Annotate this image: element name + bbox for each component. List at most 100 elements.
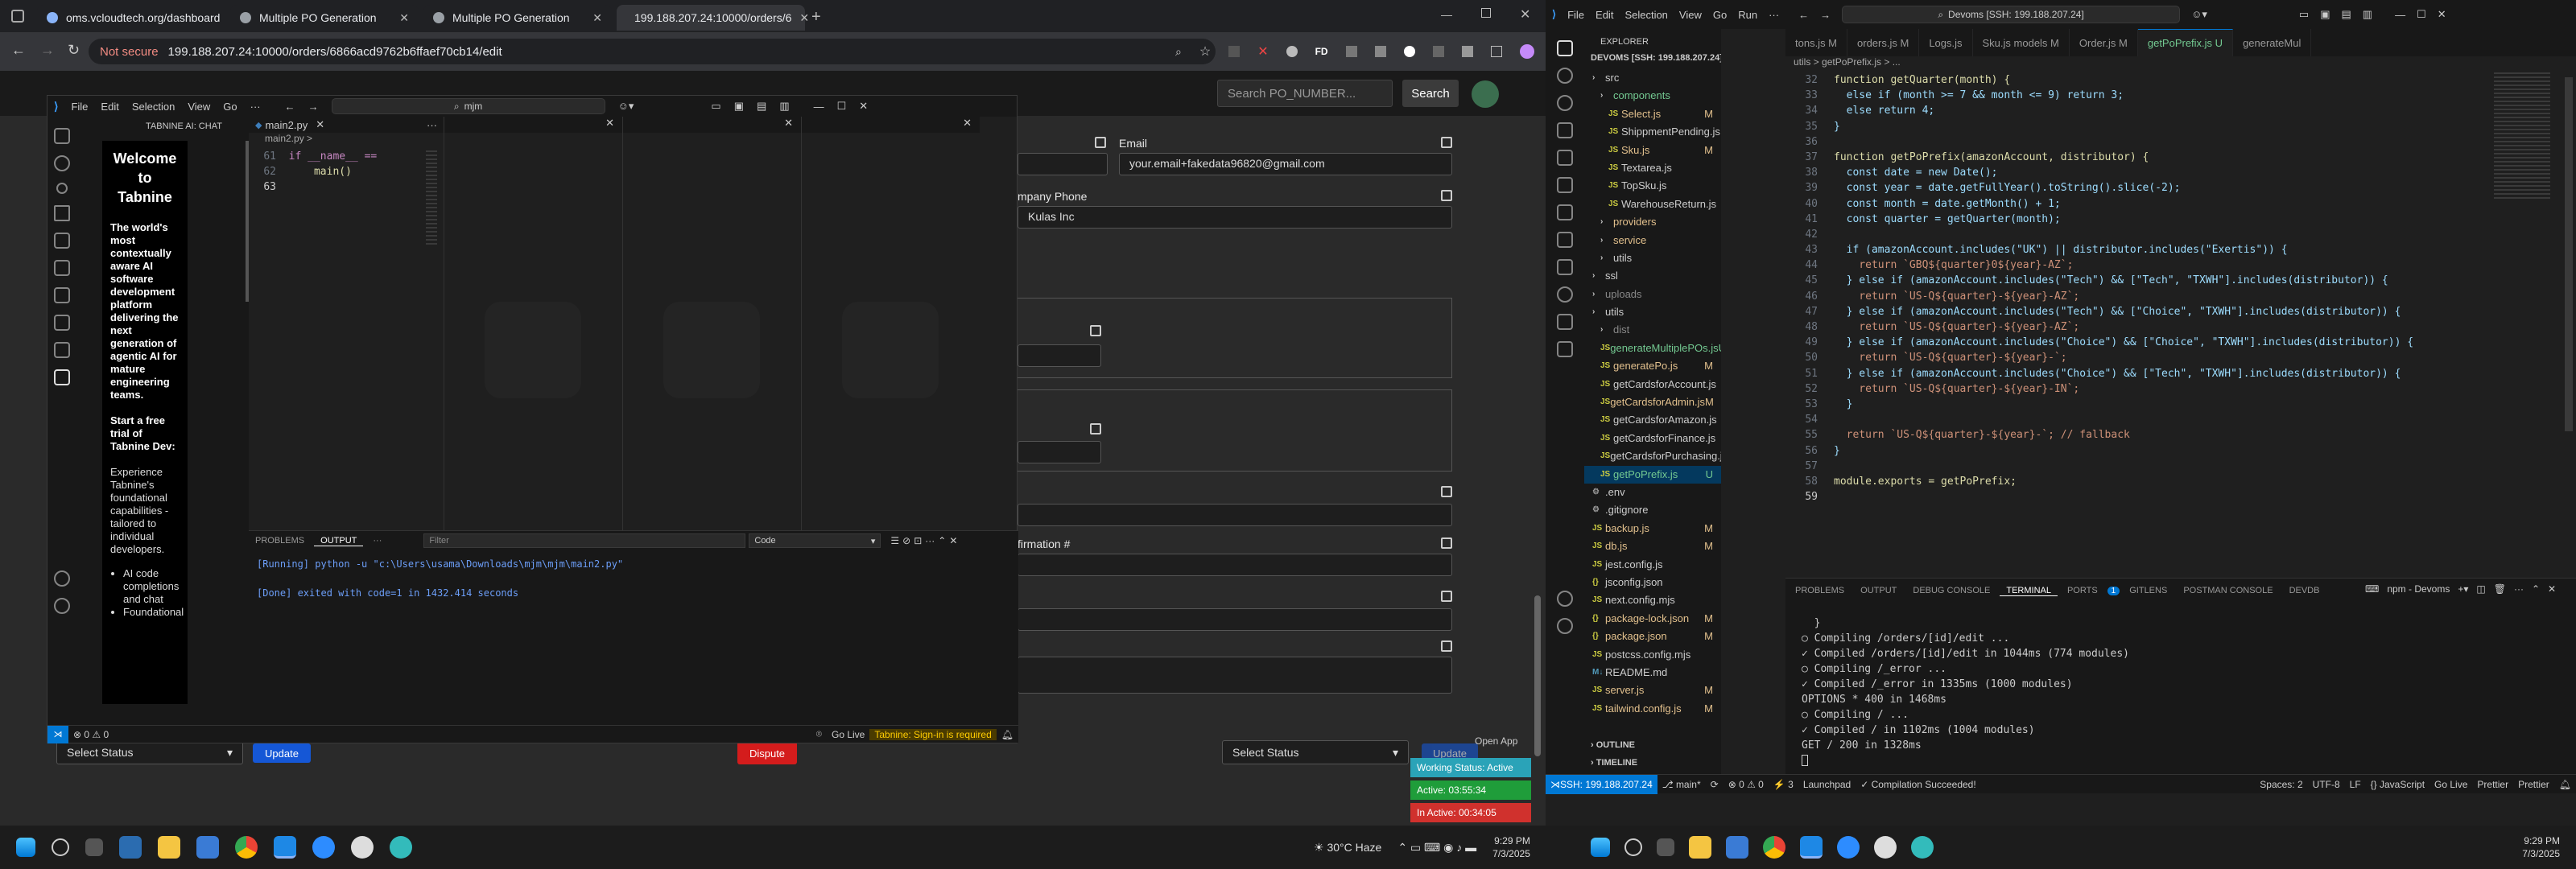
code-editor[interactable]: 32 function getQuarter(month) {33 else if… (1785, 72, 2462, 539)
ports-indicator[interactable]: ⚡ 3 (1769, 779, 1798, 790)
tree-file[interactable]: JS getCardsforAccount.js (1584, 376, 1721, 393)
editor-tab[interactable]: tons.js M (1785, 29, 1848, 56)
menu-go[interactable]: Go (1713, 9, 1727, 21)
maximize-panel-icon[interactable]: ⌃ (2532, 583, 2540, 595)
clear-icon[interactable]: ⊘ (902, 535, 910, 546)
puzzle-icon[interactable] (1461, 46, 1473, 57)
reload-icon[interactable]: ↻ (68, 42, 80, 59)
close-icon[interactable]: ✕ (784, 117, 801, 130)
gear-icon[interactable] (1557, 618, 1573, 634)
tab-main2[interactable]: ◆ main2.py ✕ (249, 118, 331, 131)
windows-start-icon[interactable] (1591, 838, 1610, 857)
remote-indicator[interactable]: ⋊ SSH: 199.188.207.24 (1546, 774, 1657, 794)
remote-icon[interactable] (54, 260, 70, 276)
remote-icon[interactable] (1557, 177, 1573, 193)
clock[interactable]: 9:29 PM 7/3/2025 (2522, 834, 2560, 860)
terminal-name[interactable]: npm - Devoms (2387, 583, 2450, 595)
python-icon[interactable] (1557, 341, 1573, 357)
prettier-indicator[interactable]: Prettier (2513, 779, 2554, 790)
close-button[interactable]: ✕ (2438, 8, 2446, 21)
tree-file[interactable]: JS jest.config.js (1584, 556, 1721, 574)
copy-icon[interactable] (1441, 640, 1452, 652)
clock[interactable]: 9:29 PM 7/3/2025 (1492, 834, 1530, 860)
tree-file[interactable]: JS Select.js M (1584, 105, 1721, 123)
copy-icon[interactable] (1090, 325, 1101, 336)
chrome-icon[interactable] (235, 836, 258, 859)
form-select[interactable] (1018, 504, 1452, 526)
tree-file[interactable]: JS getCardsforAdmin.js M (1584, 393, 1721, 411)
spaces-indicator[interactable]: Spaces: 2 (2255, 779, 2307, 790)
tree-file[interactable]: JS TopSku.js (1584, 177, 1721, 195)
tree-folder[interactable]: › utils (1584, 303, 1721, 321)
split-terminal-icon[interactable]: ◫ (2476, 583, 2485, 595)
trash-icon[interactable]: 🗑︎ (2494, 583, 2506, 595)
extension-icon[interactable]: FD (1315, 46, 1328, 57)
copy-icon[interactable] (1441, 190, 1452, 201)
tree-file[interactable]: JS getPoPrefix.js U (1584, 465, 1721, 484)
panel-tab[interactable]: OUTPUT (1854, 586, 1903, 595)
close-icon[interactable]: ✕ (963, 117, 980, 130)
menu-file[interactable]: File (1567, 9, 1584, 21)
copilot-icon[interactable]: ☺▾ (2191, 8, 2207, 21)
menu-edit[interactable]: Edit (101, 101, 118, 113)
layout-icon[interactable]: ▣ (734, 100, 744, 113)
command-center[interactable]: ⌕ mjm (331, 98, 605, 114)
zoom-icon[interactable] (312, 836, 335, 859)
language-indicator[interactable]: {} JavaScript (2366, 779, 2429, 790)
tree-file[interactable]: JS backup.js M (1584, 520, 1721, 537)
panel-tab-output[interactable]: OUTPUT (314, 536, 364, 546)
close-button[interactable]: ✕ (1520, 6, 1530, 23)
extension-icon[interactable] (1403, 46, 1415, 57)
app-icon[interactable] (351, 836, 374, 859)
app-icon[interactable] (1874, 836, 1897, 859)
forward-icon[interactable]: → (40, 42, 55, 59)
back-icon[interactable]: ← (1798, 9, 1809, 21)
minimize-button[interactable]: — (2395, 9, 2405, 21)
close-icon[interactable]: ✕ (949, 535, 957, 546)
add-terminal-icon[interactable]: +▾ (2458, 583, 2468, 595)
source-control-icon[interactable] (1557, 95, 1573, 111)
tree-folder[interactable]: › utils (1584, 249, 1721, 267)
panel-tab[interactable]: TERMINAL (2000, 586, 2058, 596)
explorer-icon[interactable] (54, 128, 70, 144)
status-icon[interactable]: ⌾ (811, 728, 827, 740)
email-field[interactable]: your.email+fakedata96820@gmail.com (1119, 153, 1452, 175)
tree-file[interactable]: JS ShippmentPending.js (1584, 123, 1721, 141)
command-center[interactable]: ⌕ Devoms [SSH: 199.188.207.24] (1842, 6, 2181, 23)
close-icon[interactable]: ✕ (399, 11, 409, 25)
form-field[interactable] (1018, 441, 1101, 463)
more-icon[interactable]: ··· (925, 535, 935, 546)
testing-icon[interactable] (54, 287, 70, 303)
run-debug-icon[interactable] (54, 205, 70, 221)
minimize-button[interactable]: — (1441, 8, 1452, 21)
vscode-icon[interactable] (274, 836, 296, 859)
tree-file[interactable]: JS getCardsforFinance.js (1584, 430, 1721, 447)
extension-icon[interactable]: ✕ (1257, 43, 1268, 60)
extension-icon[interactable] (1286, 46, 1298, 57)
menu-edit[interactable]: Edit (1596, 9, 1613, 21)
output-content[interactable]: [Running] python -u "c:\Users\usama\Down… (249, 550, 1018, 607)
editor-tab[interactable]: Sku.js models M (1972, 29, 2070, 56)
avatar[interactable] (1472, 80, 1499, 108)
profile-icon[interactable] (1519, 44, 1534, 59)
form-field[interactable] (1018, 344, 1101, 367)
extension-icon[interactable] (1374, 46, 1386, 57)
tree-file[interactable]: {} package-lock.json M (1584, 610, 1721, 628)
explorer-root[interactable]: DEVOMS [SSH: 199.188.207.24] (1584, 53, 1721, 69)
menu-go[interactable]: Go (223, 101, 237, 113)
list-icon[interactable]: ☰ (890, 535, 899, 546)
explorer-icon[interactable] (1557, 40, 1573, 56)
form-select[interactable] (1018, 608, 1452, 631)
file-explorer-icon[interactable] (1689, 836, 1711, 859)
tree-folder[interactable]: › dist (1584, 321, 1721, 339)
widgets-icon[interactable] (119, 836, 142, 859)
account-icon[interactable] (54, 570, 70, 587)
maximize-panel-icon[interactable]: ⌃ (938, 535, 946, 546)
tree-file[interactable]: JS generatePo.js M (1584, 357, 1721, 375)
panel-tab[interactable]: POSTMAN CONSOLE (2177, 586, 2279, 595)
copy-icon[interactable] (1441, 591, 1452, 602)
search-icon[interactable] (54, 155, 70, 171)
menu-run[interactable]: Run (1738, 9, 1757, 21)
tree-folder[interactable]: › ssl (1584, 267, 1721, 285)
editor-tab[interactable]: generateMul (2233, 29, 2312, 56)
